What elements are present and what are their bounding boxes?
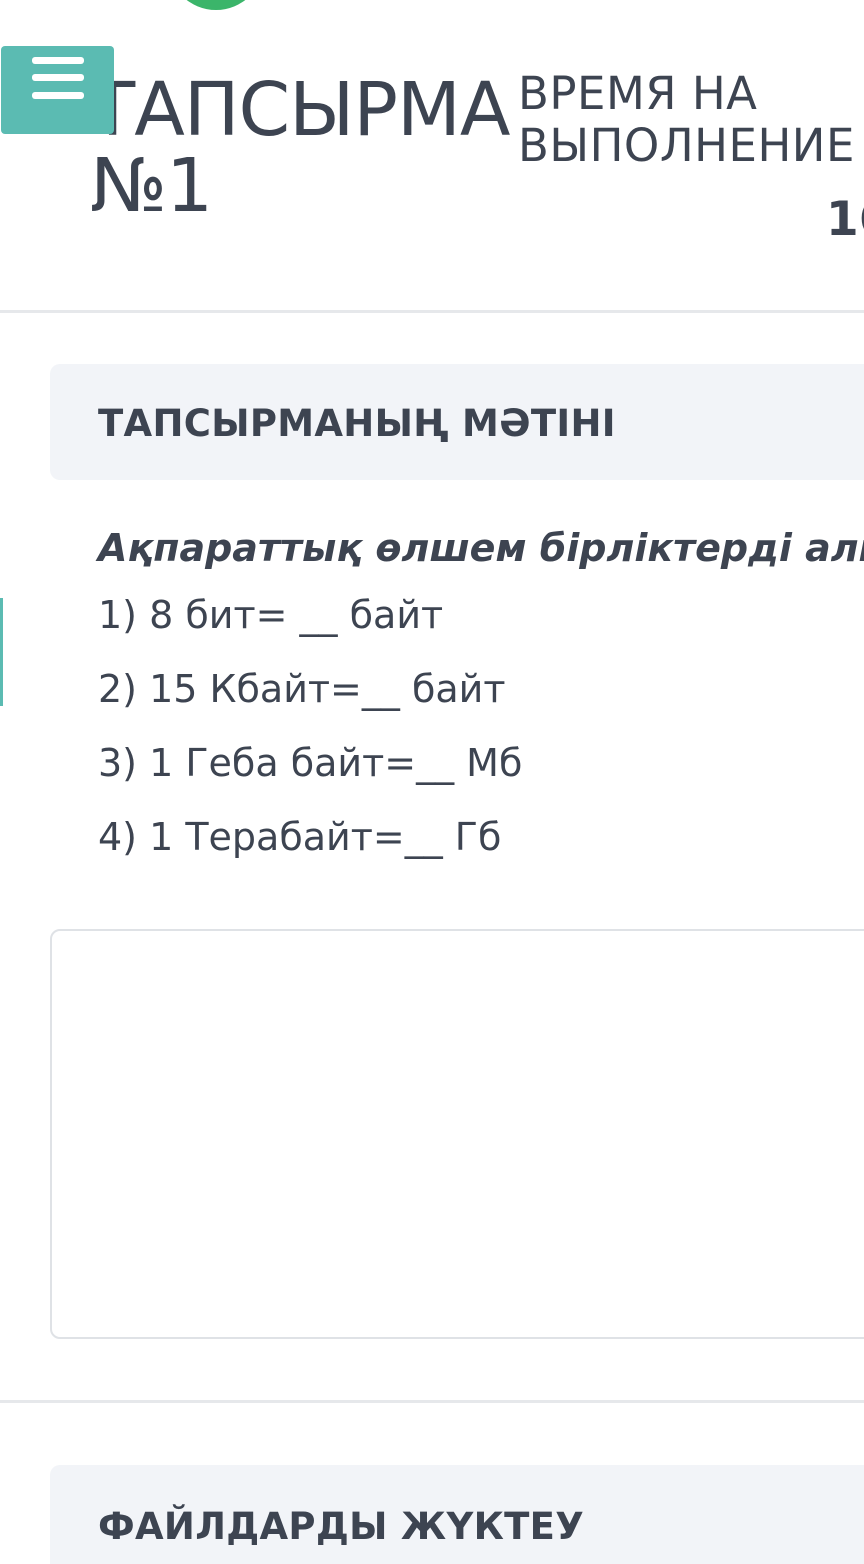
page-title-line2: №1 bbox=[90, 143, 213, 229]
time-limit-value: 16 bbox=[826, 192, 864, 247]
hamburger-menu-icon[interactable] bbox=[1, 46, 114, 134]
status-indicator bbox=[168, 0, 264, 10]
task-item: 1) 8 бит= __ байт bbox=[98, 593, 444, 637]
time-limit-label-line2: ВЫПОЛНЕНИЕ bbox=[518, 119, 855, 172]
menu-bar bbox=[32, 92, 84, 99]
file-upload-header: ФАЙЛДАРДЫ ЖҮКТЕУ bbox=[50, 1465, 864, 1564]
task-item: 3) 1 Геба байт=__ Мб bbox=[98, 741, 523, 785]
menu-bar bbox=[32, 74, 84, 81]
answer-textarea[interactable] bbox=[50, 929, 864, 1339]
page-title: ТАПСЫРМА №1 bbox=[90, 72, 530, 224]
task-text-header: ТАПСЫРМАНЫҢ МӘТІНІ bbox=[50, 364, 864, 480]
task-intro: Ақпараттық өлшем бірліктерді алма bbox=[98, 526, 864, 570]
task-item: 4) 1 Терабайт=__ Гб bbox=[98, 815, 502, 859]
menu-bar bbox=[32, 57, 84, 64]
task-item: 2) 15 Кбайт=__ байт bbox=[98, 667, 506, 711]
task-page: ТАПСЫРМА №1 ВРЕМЯ НА ВЫПОЛНЕНИЕ 16 ТАПСЫ… bbox=[0, 0, 864, 1564]
task-text-body: Ақпараттық өлшем бірліктерді алма 1) 8 б… bbox=[98, 522, 864, 874]
divider bbox=[0, 310, 864, 313]
time-limit: ВРЕМЯ НА ВЫПОЛНЕНИЕ 16 bbox=[518, 67, 864, 248]
task-text-heading: ТАПСЫРМАНЫҢ МӘТІНІ bbox=[98, 402, 616, 445]
page-title-line1: ТАПСЫРМА bbox=[90, 67, 511, 153]
file-upload-heading: ФАЙЛДАРДЫ ЖҮКТЕУ bbox=[98, 1505, 585, 1548]
divider bbox=[0, 1400, 864, 1403]
time-limit-label-line1: ВРЕМЯ НА bbox=[518, 67, 758, 120]
side-accent bbox=[0, 598, 3, 706]
